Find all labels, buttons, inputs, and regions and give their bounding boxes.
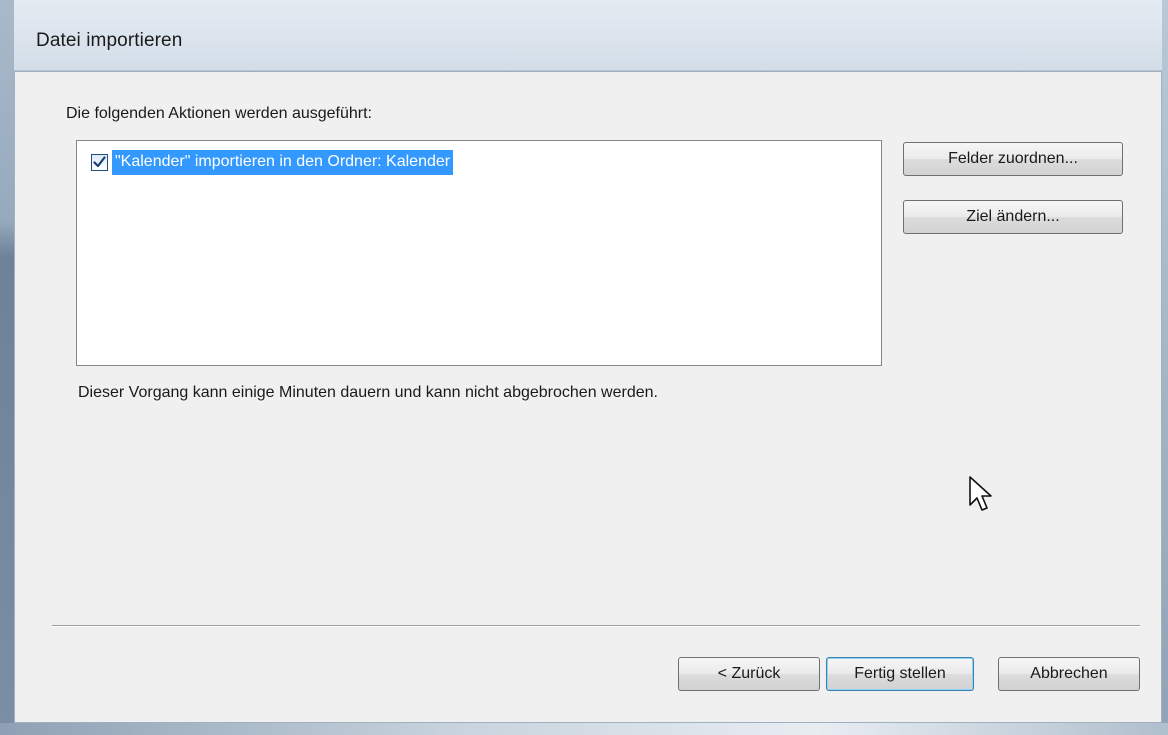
change-target-button[interactable]: Ziel ändern... bbox=[903, 200, 1123, 234]
footer-separator bbox=[52, 625, 1140, 627]
action-item-label: "Kalender" importieren in den Ordner: Ka… bbox=[112, 149, 454, 175]
actions-listbox[interactable]: "Kalender" importieren in den Ordner: Ka… bbox=[76, 140, 882, 366]
dialog-client-area: Die folgenden Aktionen werden ausgeführt… bbox=[14, 71, 1162, 723]
title-bar[interactable]: Datei importieren bbox=[14, 0, 1162, 71]
info-note: Dieser Vorgang kann einige Minuten dauer… bbox=[78, 384, 658, 401]
map-fields-button[interactable]: Felder zuordnen... bbox=[903, 142, 1123, 176]
window-frame-bottom bbox=[0, 723, 1168, 735]
mouse-pointer-icon bbox=[968, 475, 994, 520]
list-item[interactable]: "Kalender" importieren in den Ordner: Ka… bbox=[91, 149, 454, 175]
action-checkbox[interactable] bbox=[91, 153, 108, 171]
window-title: Datei importieren bbox=[36, 30, 183, 51]
back-button[interactable]: < Zurück bbox=[678, 657, 820, 691]
window-frame-left bbox=[0, 0, 14, 735]
finish-button[interactable]: Fertig stellen bbox=[826, 657, 974, 691]
cancel-button[interactable]: Abbrechen bbox=[998, 657, 1140, 691]
instruction-label: Die folgenden Aktionen werden ausgeführt… bbox=[66, 105, 372, 122]
checkmark-icon bbox=[93, 156, 106, 168]
window-frame-right bbox=[1162, 0, 1168, 735]
